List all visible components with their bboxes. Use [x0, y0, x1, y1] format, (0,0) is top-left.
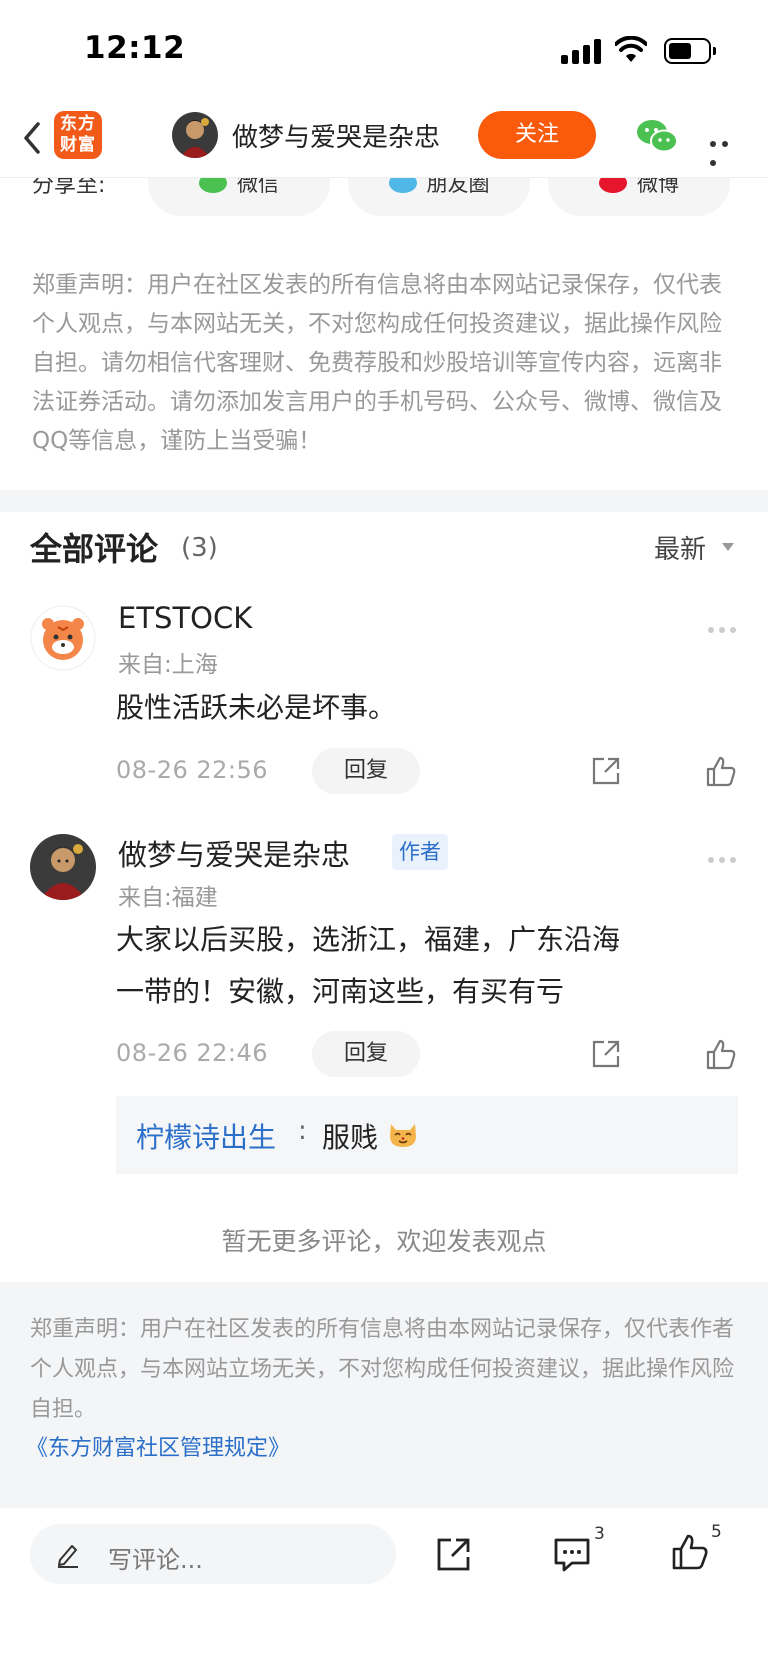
comment-avatar[interactable] [30, 605, 96, 671]
pen-icon [58, 1545, 78, 1568]
status-time: 12:12 [84, 30, 186, 66]
section-divider [0, 490, 768, 512]
follow-button[interactable]: 关注 [478, 111, 596, 159]
share-icon[interactable] [434, 1534, 474, 1574]
cat-emoji-icon [390, 1124, 416, 1147]
share-icon[interactable] [590, 1038, 622, 1070]
footer-disclaimer-text: 郑重声明：用户在社区发表的所有信息将由本网站记录保存，仅代表作者个人观点，与本网… [30, 1317, 735, 1422]
like-icon[interactable] [704, 1037, 738, 1071]
comment-icon[interactable] [552, 1534, 592, 1574]
comments-count: (3) [181, 533, 218, 563]
signal-icon [561, 38, 603, 64]
comment-username[interactable]: 做梦与爱哭是杂忠 [118, 832, 350, 874]
write-comment-input[interactable]: 写评论... [30, 1524, 396, 1584]
logo-text-line2: 财富 [60, 135, 96, 155]
sort-dropdown[interactable]: 最新 [654, 529, 706, 566]
sub-reply-username[interactable]: 柠檬诗出生 [136, 1116, 276, 1156]
author-badge: 作者 [392, 834, 448, 870]
share-icon[interactable] [590, 755, 622, 787]
comment-more-icon[interactable] [708, 848, 741, 863]
logo-text-line1: 东方 [60, 114, 96, 134]
reply-button[interactable]: 回复 [312, 748, 420, 794]
sub-reply[interactable]: 柠檬诗出生 : 服贱 [116, 1096, 738, 1174]
comment-text: 股性活跃未必是坏事。 [116, 691, 397, 724]
like-icon[interactable] [670, 1532, 710, 1572]
battery-icon [664, 38, 716, 64]
app-logo[interactable]: 东方 财富 [54, 111, 102, 159]
wifi-icon [615, 36, 647, 62]
no-more-comments: 暂无更多评论，欢迎发表观点 [221, 1227, 547, 1256]
status-bar: 12:12 [0, 0, 768, 100]
like-icon[interactable] [704, 754, 738, 788]
community-rules-link[interactable]: 《东方财富社区管理规定》 [26, 1430, 290, 1462]
like-count-badge: 5 [711, 1522, 722, 1542]
comment-text: 大家以后买股，选浙江，福建，广东沿海 一带的！安徽，河南这些，有买有亏 [116, 914, 756, 1018]
comment-location: 来自:上海 [118, 652, 218, 678]
comment-more-icon[interactable] [708, 618, 741, 633]
comment-time: 08-26 22:56 [116, 756, 269, 784]
nav-bar: 东方 财富 做梦与爱哭是杂忠 关注 [0, 100, 768, 178]
footer-disclaimer: 郑重声明：用户在社区发表的所有信息将由本网站记录保存，仅代表作者个人观点，与本网… [0, 1282, 768, 1508]
back-icon[interactable] [20, 118, 44, 158]
bottom-bar: 写评论... 3 5 [0, 1508, 768, 1663]
disclaimer-top: 郑重声明：用户在社区发表的所有信息将由本网站记录保存，仅代表个人观点，与本网站无… [32, 272, 722, 454]
wechat-icon[interactable] [636, 118, 678, 154]
comment-text-line2: 一带的！安徽，河南这些，有买有亏 [116, 975, 565, 1008]
more-icon[interactable] [710, 132, 744, 166]
sub-reply-separator: : [298, 1116, 307, 1146]
comment-text-line1: 大家以后买股，选浙江，福建，广东沿海 [116, 923, 621, 956]
comments-title: 全部评论 [30, 530, 159, 568]
author-avatar[interactable] [172, 112, 218, 158]
comment-username[interactable]: ETSTOCK [118, 601, 252, 635]
comment-avatar[interactable] [30, 834, 96, 900]
write-comment-placeholder: 写评论... [108, 1546, 203, 1574]
nav-title: 做梦与爱哭是杂忠 [232, 123, 441, 153]
comment-count-badge: 3 [594, 1524, 605, 1544]
sub-reply-text: 服贱 [322, 1121, 379, 1154]
comment-time: 08-26 22:46 [116, 1039, 269, 1067]
comment-location: 来自:福建 [118, 885, 218, 911]
caret-down-icon[interactable] [722, 543, 734, 551]
reply-button[interactable]: 回复 [312, 1031, 420, 1077]
